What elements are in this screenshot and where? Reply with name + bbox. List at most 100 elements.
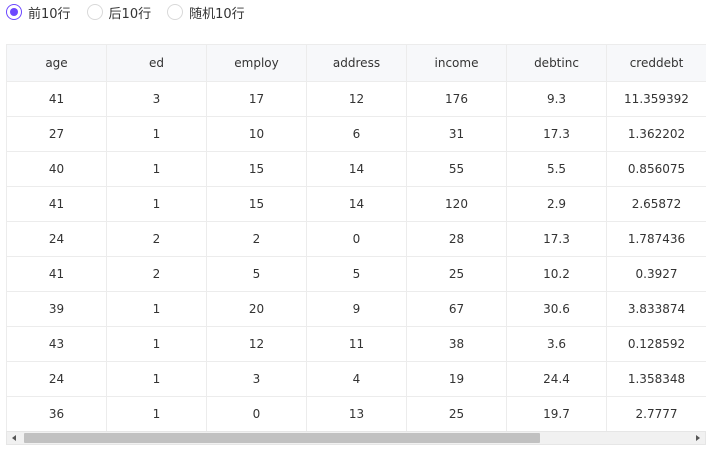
table-cell: 17.3 [506,116,607,152]
table-row: 24 2 2 0 28 17.3 1.787436 [6,221,706,257]
scroll-left-button[interactable] [7,432,21,444]
table-cell: 15 [206,151,307,187]
table-cell: 2.7777 [606,396,706,431]
table-cell: 17 [206,81,307,117]
table-cell: 2 [106,221,207,257]
table-cell: 25 [406,396,507,431]
table-cell: 15 [206,186,307,222]
table-cell: 0.856075 [606,151,706,187]
chevron-left-icon [12,435,16,441]
table-cell: 3 [106,81,207,117]
table-cell: 1 [106,326,207,362]
table-cell: 120 [406,186,507,222]
table-row: 41 2 5 5 25 10.2 0.3927 [6,256,706,292]
table-cell: 11 [306,326,407,362]
table-cell: 43 [6,326,107,362]
table-row: 39 1 20 9 67 30.6 3.833874 [6,291,706,327]
table-cell: 24.4 [506,361,607,397]
table-cell: 5.5 [506,151,607,187]
table-cell: 41 [6,256,107,292]
table-cell: 9.3 [506,81,607,117]
column-header-ed: ed [106,45,207,82]
table-cell: 1.787436 [606,221,706,257]
table-cell: 0.3927 [606,256,706,292]
table-cell: 30.6 [506,291,607,327]
row-selection-radio-group: 前10行 后10行 随机10行 [6,0,261,24]
table-cell: 5 [306,256,407,292]
table-cell: 3.833874 [606,291,706,327]
radio-label: 后10行 [108,6,152,22]
table-cell: 0 [206,396,307,431]
table-cell: 0 [306,221,407,257]
table-cell: 9 [306,291,407,327]
table-cell: 39 [6,291,107,327]
column-header-debtinc: debtinc [506,45,607,82]
table-row: 40 1 15 14 55 5.5 0.856075 [6,151,706,187]
table-row: 36 1 0 13 25 19.7 2.7777 [6,396,706,431]
scrollbar-thumb[interactable] [24,433,540,443]
radio-label: 随机10行 [189,6,245,22]
scroll-right-button[interactable] [691,432,705,444]
table-cell: 41 [6,186,107,222]
table-row: 41 3 17 12 176 9.3 11.359392 [6,81,706,117]
table-cell: 14 [306,151,407,187]
table-cell: 1 [106,116,207,152]
radio-unchecked-icon[interactable] [167,4,184,20]
table-cell: 2.9 [506,186,607,222]
table-cell: 41 [6,81,107,117]
table-cell: 17.3 [506,221,607,257]
table-row: 27 1 10 6 31 17.3 1.362202 [6,116,706,152]
table-cell: 1.358348 [606,361,706,397]
radio-random-10-rows[interactable]: 随机10行 [167,3,245,22]
table-cell: 12 [206,326,307,362]
table-cell: 55 [406,151,507,187]
table-cell: 1 [106,396,207,431]
table-cell: 6 [306,116,407,152]
radio-unchecked-icon[interactable] [86,4,103,20]
table-row: 41 1 15 14 120 2.9 2.65872 [6,186,706,222]
table-cell: 19.7 [506,396,607,431]
table-cell: 67 [406,291,507,327]
table-cell: 11.359392 [606,81,706,117]
data-table-container: age ed employ address income debtinc cre… [6,44,706,431]
radio-first-10-rows[interactable]: 前10行 [6,3,71,22]
table-row: 43 1 12 11 38 3.6 0.128592 [6,326,706,362]
table-cell: 1 [106,361,207,397]
table-cell: 2 [106,256,207,292]
table-cell: 1.362202 [606,116,706,152]
table-cell: 31 [406,116,507,152]
table-cell: 1 [106,186,207,222]
table-cell: 24 [6,221,107,257]
radio-checked-icon[interactable] [6,4,22,20]
table-cell: 38 [406,326,507,362]
table-cell: 28 [406,221,507,257]
table-cell: 20 [206,291,307,327]
table-cell: 24 [6,361,107,397]
table-cell: 1 [106,151,207,187]
column-header-age: age [6,45,107,82]
table-cell: 12 [306,81,407,117]
horizontal-scrollbar[interactable] [6,431,706,445]
table-cell: 2.65872 [606,186,706,222]
table-cell: 25 [406,256,507,292]
column-header-address: address [306,45,407,82]
table-cell: 0.128592 [606,326,706,362]
table-cell: 3 [206,361,307,397]
table-cell: 3.6 [506,326,607,362]
table-cell: 10 [206,116,307,152]
table-cell: 27 [6,116,107,152]
radio-last-10-rows[interactable]: 后10行 [86,3,152,22]
table-cell: 4 [306,361,407,397]
table-cell: 176 [406,81,507,117]
table-cell: 5 [206,256,307,292]
table-cell: 19 [406,361,507,397]
table-cell: 2 [206,221,307,257]
table-cell: 36 [6,396,107,431]
chevron-right-icon [696,435,700,441]
column-header-employ: employ [206,45,307,82]
column-header-income: income [406,45,507,82]
table-cell: 40 [6,151,107,187]
column-header-creddebt: creddebt [606,45,706,82]
table-cell: 13 [306,396,407,431]
radio-label: 前10行 [28,6,71,22]
